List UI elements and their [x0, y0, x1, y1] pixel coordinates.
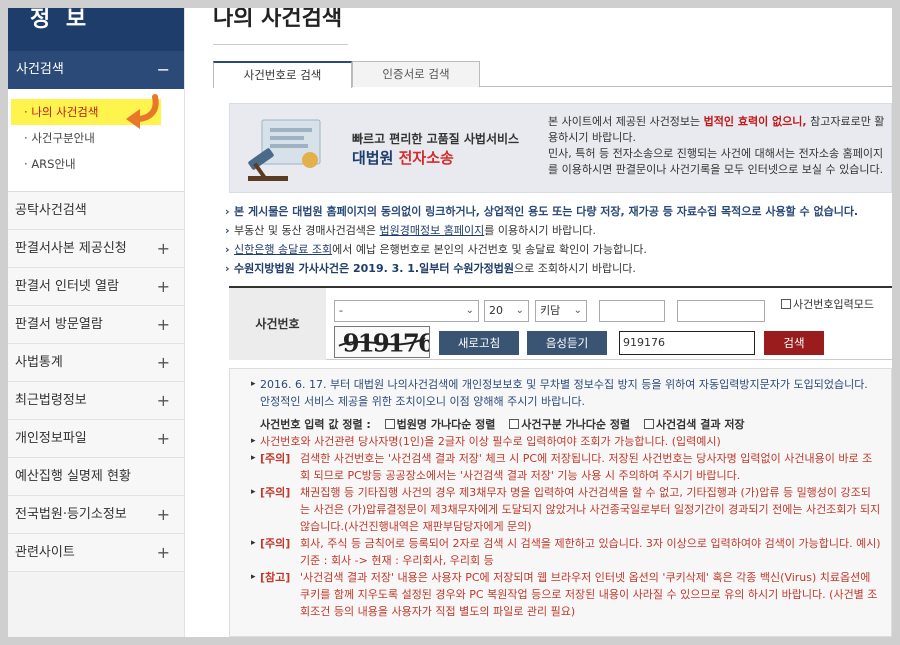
year-select[interactable]: 20 ⌄: [484, 300, 529, 322]
bullet: ·: [24, 131, 28, 145]
sort-options: 사건번호 입력 값 정렬 : 법원명 가나다순 정렬 사건구분 가나다순 정렬 …: [260, 418, 745, 431]
sidebar-item-label: 전국법원·등기소정보: [15, 507, 127, 522]
arrow-pointer-icon: [126, 94, 159, 129]
tab-certificate[interactable]: 인증서로 검색: [352, 61, 480, 87]
notice-list: › 본 게시물은 대법원 홈페이지의 동의없이 링크하거나, 상업적인 용도 또는…: [225, 202, 892, 278]
ecourt-banner[interactable]: 빠르고 편리한 고품질 사법서비스 대법원 전자소송 본 사이트에서 제공된 사…: [229, 103, 892, 193]
chevron-down-icon: ⌄: [465, 305, 474, 316]
info-panel: ▸ 2016. 6. 17. 부터 대법원 나의사건검색에 개인정보보호 및 무차…: [229, 368, 892, 637]
sidebar-item-label: 사법통계: [15, 355, 63, 370]
notice-item: › 부동산 및 동산 경매사건검색은 법원경매정보 홈페이지를 이용하시기 바랍니…: [225, 224, 596, 237]
case-number-input[interactable]: [599, 300, 665, 322]
party-name-input[interactable]: [677, 300, 765, 322]
main-content: 나의 사건검색 사건번호로 검색 인증서로 검색 빠르고 편리한 고품질 사법서…: [213, 8, 892, 637]
sidebar-item-courts[interactable]: 전국법원·등기소정보 +: [8, 496, 184, 534]
sidebar-item-label: 공탁사건검색: [15, 203, 87, 218]
case-number-label: 사건번호: [229, 288, 326, 360]
expand-icon[interactable]: +: [157, 344, 170, 382]
banner-title: 대법원 전자소송: [352, 149, 454, 167]
notice-item: › 본 게시물은 대법원 홈페이지의 동의없이 링크하거나, 상업적인 용도 또는…: [225, 205, 859, 218]
auction-link[interactable]: 법원경매정보 홈페이지: [380, 224, 485, 237]
expand-icon[interactable]: +: [157, 268, 170, 306]
sidebar-item-label: 사건검색: [16, 62, 64, 77]
sidebar-item-laws[interactable]: 최근법령정보 +: [8, 382, 184, 420]
submenu-label: 사건구분안내: [31, 131, 95, 145]
info-note: ▸ [주의] 회사, 주식 등 금칙어로 등록되어 2자로 검색 시 검색을 제한하…: [251, 537, 881, 567]
sidebar-item-label: 관련사이트: [15, 545, 75, 560]
captcha-image: 919176: [334, 326, 430, 358]
search-button[interactable]: 검색: [764, 331, 824, 355]
captcha-input[interactable]: 919176: [619, 331, 755, 355]
sort-type-checkbox[interactable]: 사건구분 가나다순 정렬: [509, 418, 630, 431]
checkbox-icon: [643, 419, 654, 429]
expand-icon[interactable]: +: [157, 230, 170, 268]
sidebar: 정 보 사건검색 − · 나의 사건검색 · 사건구분안내 · ARS안내 공탁…: [8, 8, 185, 637]
save-result-checkbox[interactable]: 사건검색 결과 저장: [643, 418, 745, 431]
chevron-down-icon: ⌄: [515, 305, 524, 316]
checkbox-icon: [781, 299, 791, 309]
info-requirement: ▸ 사건번호와 사건관련 당사자명(1인)을 2글자 이상 필수로 입력하여야 조…: [251, 435, 721, 448]
sidebar-item-deposit-search[interactable]: 공탁사건검색: [8, 192, 184, 230]
expand-icon[interactable]: +: [157, 420, 170, 458]
sidebar-item-judgment-copy[interactable]: 판결서사본 제공신청 +: [8, 230, 184, 268]
submenu-label: 나의 사건검색: [31, 105, 99, 119]
sidebar-item-label: 개인정보파일: [15, 431, 87, 446]
page-title: 나의 사건검색: [213, 8, 343, 31]
sidebar-item-judgment-online[interactable]: 판결서 인터넷 열람 +: [8, 268, 184, 306]
checkbox-icon: [509, 419, 520, 429]
court-icon: [248, 119, 321, 181]
info-notice: ▸ 2016. 6. 17. 부터 대법원 나의사건검색에 개인정보보호 및 무차…: [251, 378, 868, 408]
notice-item: › 수원지방법원 가사사건은 2019. 3. 1.일부터 수원가정법원으로 조회…: [225, 262, 636, 275]
court-select[interactable]: - ⌄: [334, 300, 479, 322]
sidebar-title: 정 보: [8, 8, 184, 51]
refresh-captcha-button[interactable]: 새로고침: [439, 331, 519, 355]
audio-captcha-button[interactable]: 음성듣기: [527, 331, 607, 355]
sidebar-item-label: 예산집행 실명제 현황: [15, 469, 131, 484]
title-divider: [213, 44, 348, 45]
expand-icon[interactable]: +: [157, 534, 170, 572]
banner-description: 본 사이트에서 제공된 사건정보는 법적인 효력이 없으니, 참고자료로만 활용…: [548, 115, 885, 176]
banner-subtitle: 빠르고 편리한 고품질 사법서비스: [352, 132, 520, 146]
shinhan-link[interactable]: 신한은행 송달료 조회: [234, 243, 332, 256]
sidebar-item-label: 판결서 방문열람: [15, 317, 103, 332]
sidebar-item-statistics[interactable]: 사법통계 +: [8, 344, 184, 382]
checkbox-icon: [384, 419, 395, 429]
sidebar-item-judgment-visit[interactable]: 판결서 방문열람 +: [8, 306, 184, 344]
input-mode-checkbox[interactable]: 사건번호입력모드: [781, 296, 874, 312]
sidebar-item-related-sites[interactable]: 관련사이트 +: [8, 534, 184, 572]
info-note: ▸ [주의] 채권집행 등 기타집행 사건의 경우 제3채무자 명을 입력하여 사건…: [251, 486, 881, 533]
sidebar-item-label: 판결서 인터넷 열람: [15, 279, 119, 294]
sidebar-item-label: 판결서사본 제공신청: [15, 241, 127, 256]
submenu-ars-guide[interactable]: · ARS안내: [8, 151, 184, 177]
collapse-icon[interactable]: −: [157, 51, 170, 89]
sidebar-item-privacy[interactable]: 개인정보파일 +: [8, 420, 184, 458]
sidebar-item-budget[interactable]: 예산집행 실명제 현황: [8, 458, 184, 496]
sort-court-checkbox[interactable]: 법원명 가나다순 정렬: [384, 418, 495, 431]
bullet: ·: [24, 105, 28, 119]
case-type-select[interactable]: 키담 ⌄: [535, 300, 587, 322]
submenu-label: ARS안내: [31, 157, 76, 171]
case-search-form: 사건번호 - ⌄ 20 ⌄ 키담 ⌄ 사건번호입력모드 919176 새로고침 음성듣…: [229, 286, 892, 360]
info-note: ▸ [주의] 검색한 사건번호는 '사건검색 결과 저장' 체크 시 PC에 저장됩…: [251, 452, 873, 482]
expand-icon[interactable]: +: [157, 382, 170, 420]
info-note: ▸ [참고] '사건검색 결과 저장' 내용은 사용자 PC에 저장되며 웹 브라우…: [251, 571, 878, 618]
tab-bar: 사건번호로 검색 인증서로 검색: [213, 61, 892, 88]
expand-icon[interactable]: +: [157, 496, 170, 534]
tab-case-number[interactable]: 사건번호로 검색: [213, 61, 352, 88]
sidebar-item-case-search[interactable]: 사건검색 −: [8, 51, 184, 89]
page-frame: 정 보 사건검색 − · 나의 사건검색 · 사건구분안내 · ARS안내 공탁…: [8, 8, 892, 637]
sidebar-item-label: 최근법령정보: [15, 393, 87, 408]
notice-item: › 신한은행 송달료 조회에서 예납 은행번호로 본인의 사건번호 및 송달료 확…: [225, 243, 647, 256]
expand-icon[interactable]: +: [157, 306, 170, 344]
chevron-down-icon: ⌄: [573, 305, 582, 316]
bullet: ·: [24, 157, 28, 171]
